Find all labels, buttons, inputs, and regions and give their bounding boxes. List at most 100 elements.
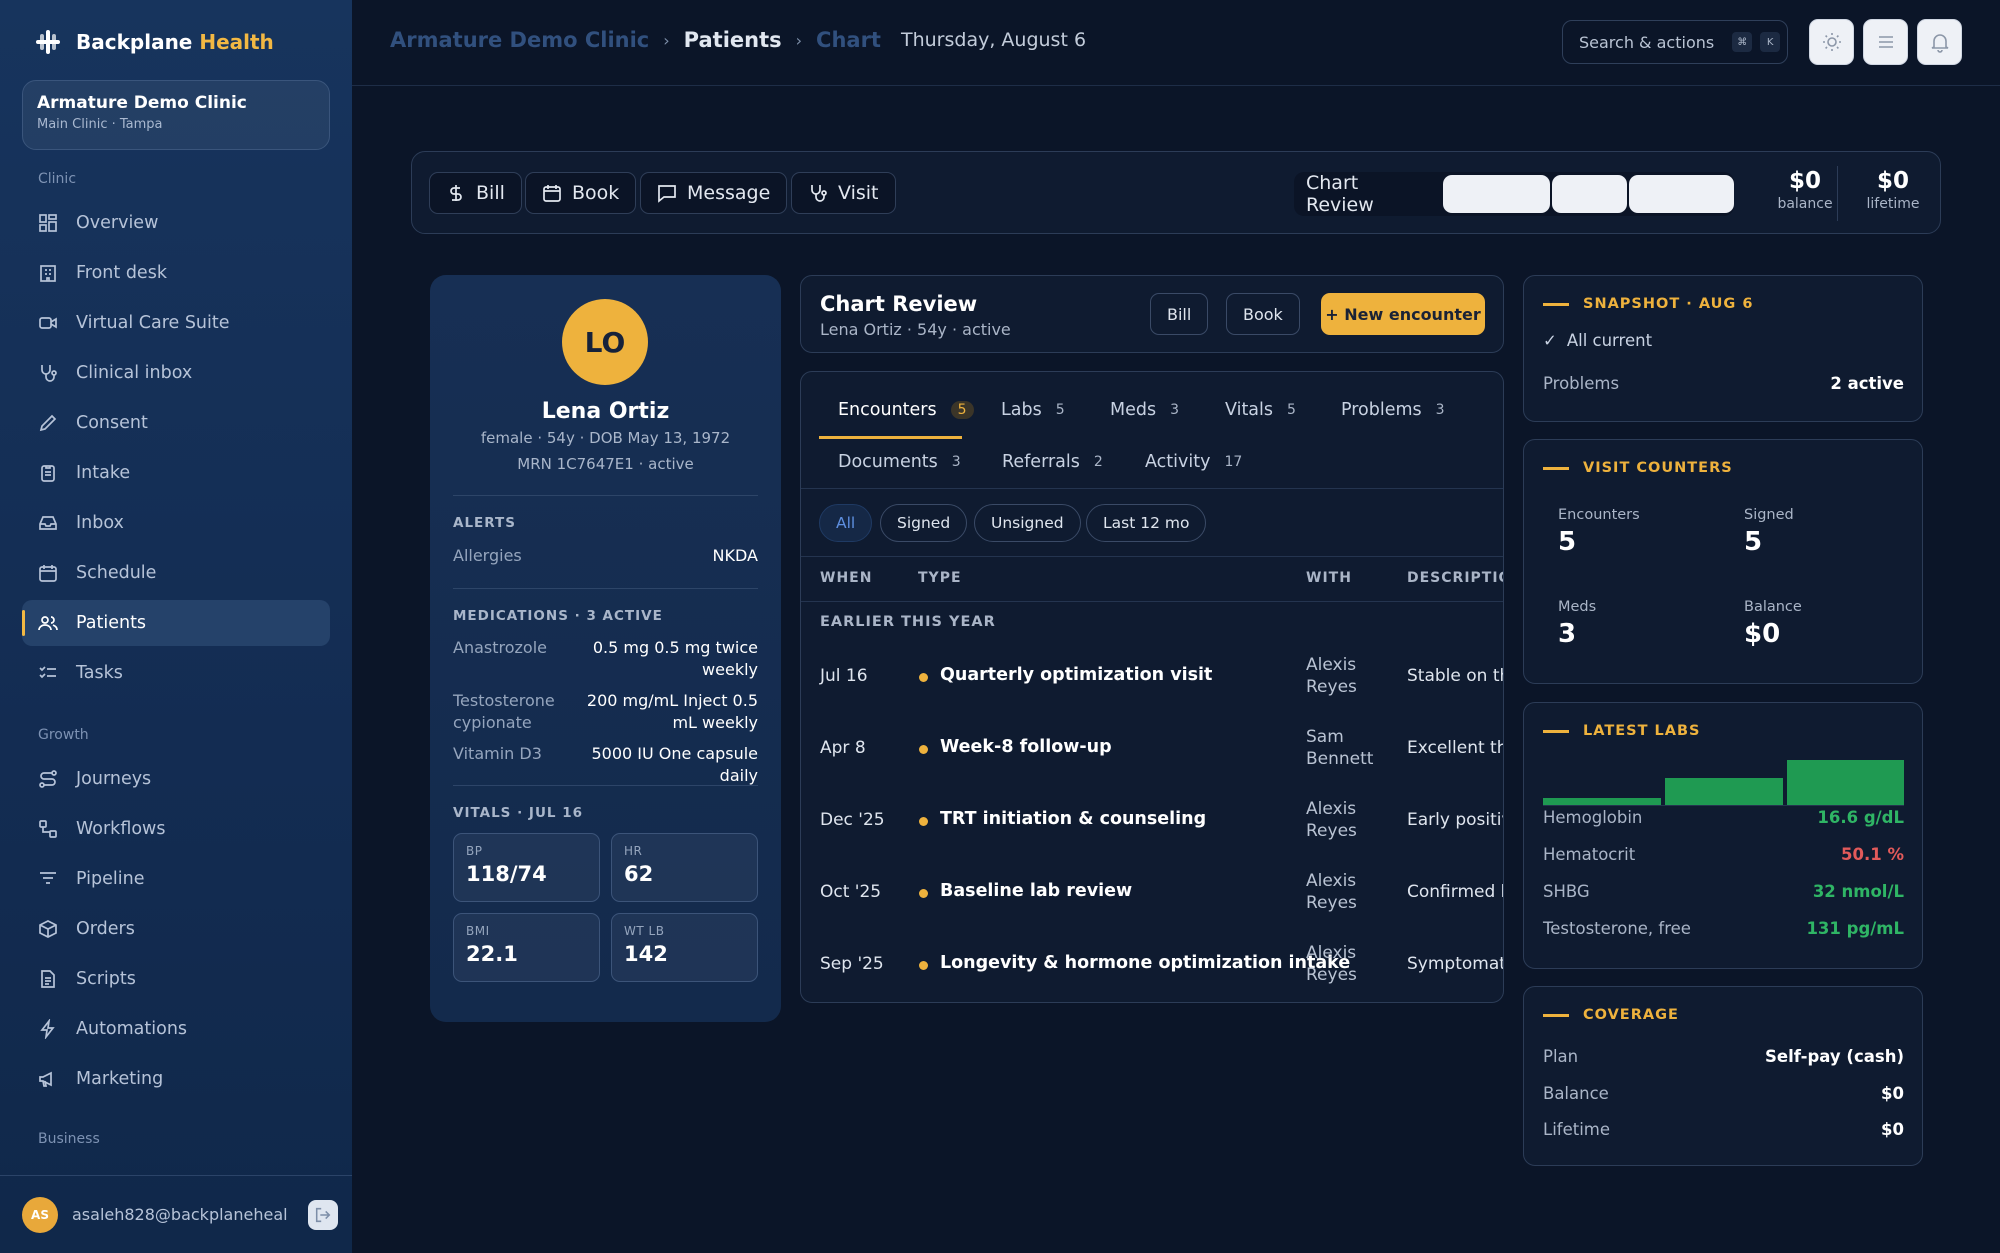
problems-label: Problems	[1543, 374, 1620, 393]
notifications-button[interactable]	[1917, 19, 1962, 65]
chart-subtitle: Lena Ortiz · 54y · active	[820, 320, 1011, 339]
sidebar-item-virtual-care[interactable]: Virtual Care Suite	[22, 300, 330, 346]
lab-row[interactable]: Testosterone, free 131 pg/mL	[1543, 919, 1904, 938]
sidebar-item-schedule[interactable]: Schedule	[22, 550, 330, 596]
medication-dose: 200 mg/mL Inject 0.5 mL weekly	[586, 691, 758, 732]
sidebar-item-automations[interactable]: Automations	[22, 1006, 330, 1052]
menu-button[interactable]	[1863, 19, 1908, 65]
tab-referrals[interactable]: Referrals 2	[1002, 452, 1103, 472]
alerts-heading: ALERTS	[453, 515, 516, 531]
counter-value: 3	[1558, 619, 1577, 649]
allergies-label: Allergies	[453, 546, 522, 565]
kbd-k: K	[1760, 32, 1781, 52]
chart-book-button[interactable]: Book	[1226, 293, 1300, 335]
filter-signed[interactable]: Signed	[880, 504, 968, 542]
clinic-switcher[interactable]: Armature Demo Clinic Main Clinic · Tampa	[22, 80, 330, 150]
sidebar-item-workflows[interactable]: Workflows	[22, 806, 330, 852]
tab-documents[interactable]: Documents 3	[838, 452, 961, 472]
patient-avatar: LO	[562, 299, 648, 385]
tab-meds[interactable]: Meds 3	[1110, 400, 1179, 420]
calendar-icon	[39, 565, 57, 582]
sidebar-item-intake[interactable]: Intake	[22, 450, 330, 496]
tab-encounters[interactable]: Encounters 5	[838, 400, 974, 420]
section-label-business: Business	[38, 1131, 100, 1147]
filter-all[interactable]: All	[819, 504, 873, 542]
logout-button[interactable]	[308, 1199, 338, 1230]
table-row[interactable]: Apr 8 Week-8 follow-up Sam Bennett Excellen…	[801, 712, 1503, 784]
patient-action-bar: Bill Book Message Visit Chart Review $0 …	[411, 151, 1941, 234]
stethoscope-icon	[811, 185, 827, 202]
filter-unsigned[interactable]: Unsigned	[974, 504, 1081, 542]
vital-hr: HR 62	[611, 833, 758, 902]
lab-row[interactable]: Hematocrit 50.1 %	[1543, 845, 1904, 864]
medications-heading: MEDICATIONS · 3 ACTIVE	[453, 608, 663, 624]
vital-value: 62	[624, 862, 654, 886]
theme-toggle-button[interactable]	[1809, 19, 1854, 65]
column-header-when[interactable]: WHEN	[820, 570, 872, 586]
problems-row: Problems 2 active	[1543, 374, 1904, 393]
megaphone-icon	[39, 1071, 52, 1087]
column-header-with[interactable]: WITH	[1306, 570, 1352, 586]
sidebar-item-journeys[interactable]: Journeys	[22, 756, 330, 802]
tab-count: 2	[1093, 454, 1103, 470]
book-button[interactable]: Book	[525, 172, 637, 214]
tab-labs[interactable]: Labs 5	[1001, 400, 1065, 420]
filter-last-12-months[interactable]: Last 12 mo	[1086, 504, 1207, 542]
sidebar-item-scripts[interactable]: Scripts	[22, 956, 330, 1002]
tab-label: Activity	[1145, 452, 1211, 472]
sidebar-item-tasks[interactable]: Tasks	[22, 650, 330, 696]
view-tab-placeholder[interactable]	[1442, 175, 1550, 213]
row-with: Alexis Reyes	[1306, 799, 1357, 841]
sidebar-item-front-desk[interactable]: Front desk	[22, 250, 330, 296]
bill-button[interactable]: Bill	[429, 172, 522, 214]
table-row[interactable]: Sep '25 Longevity & hormone optimization …	[801, 928, 1503, 1000]
lab-row[interactable]: SHBG 32 nmol/L	[1543, 882, 1904, 901]
vital-label: WT LB	[624, 924, 665, 938]
new-encounter-button[interactable]: + New encounter	[1321, 293, 1485, 335]
visit-button[interactable]: Visit	[791, 172, 896, 214]
bill-label: Bill	[476, 182, 505, 204]
clipboard-icon	[41, 465, 55, 482]
view-tab-placeholder[interactable]	[1629, 175, 1735, 213]
sidebar-item-orders[interactable]: Orders	[22, 906, 330, 952]
avatar[interactable]: AS	[22, 1196, 58, 1233]
sidebar-item-patients[interactable]: Patients	[22, 600, 330, 646]
breadcrumb-clinic[interactable]: Armature Demo Clinic	[390, 28, 649, 52]
vital-value: 118/74	[466, 862, 547, 886]
sidebar-item-pipeline[interactable]: Pipeline	[22, 856, 330, 902]
sidebar-item-overview[interactable]: Overview	[22, 200, 330, 246]
sidebar-item-clinical-inbox[interactable]: Clinical inbox	[22, 350, 330, 396]
tab-problems[interactable]: Problems 3	[1341, 400, 1445, 420]
message-label: Message	[687, 182, 771, 204]
sidebar-item-consent[interactable]: Consent	[22, 400, 330, 446]
chart-review-tab[interactable]: Chart Review	[1306, 172, 1431, 216]
sidebar-item-marketing[interactable]: Marketing	[22, 1056, 330, 1102]
tab-activity[interactable]: Activity 17	[1145, 452, 1242, 472]
patient-mrn: MRN 1C7647E1 · active	[517, 455, 694, 473]
search-actions-button[interactable]: Search & actions ⌘ K	[1562, 20, 1788, 64]
counter-signed: Signed 5	[1744, 507, 1794, 557]
message-button[interactable]: Message	[640, 172, 788, 214]
table-row[interactable]: Jul 16 Quarterly optimization visit Alexis…	[801, 640, 1503, 712]
row-with: Alexis Reyes	[1306, 655, 1357, 697]
lab-row[interactable]: Hemoglobin 16.6 g/dL	[1543, 808, 1904, 827]
row-description: Excellent the	[1407, 738, 1503, 758]
sidebar-item-inbox[interactable]: Inbox	[22, 500, 330, 546]
tab-vitals[interactable]: Vitals 5	[1225, 400, 1296, 420]
row-when: Jul 16	[820, 666, 868, 686]
view-tab-placeholder[interactable]	[1551, 175, 1628, 213]
tab-count: 3	[951, 454, 961, 470]
pen-icon	[39, 414, 57, 432]
table-row[interactable]: Oct '25 Baseline lab review Alexis Reyes Co…	[801, 856, 1503, 928]
menu-icon	[1878, 36, 1893, 48]
heading-accent-bar	[1543, 1013, 1569, 1017]
brand[interactable]: Backplane Health	[34, 28, 274, 56]
allergies-row: Allergies NKDA	[453, 546, 758, 565]
bell-icon	[1931, 34, 1948, 53]
column-header-description[interactable]: DESCRIPTION	[1407, 570, 1503, 586]
chart-bill-button[interactable]: Bill	[1150, 293, 1209, 335]
breadcrumb-patients[interactable]: Patients	[684, 28, 782, 52]
visit-counters-title: VISIT COUNTERS	[1583, 460, 1733, 476]
table-row[interactable]: Dec '25 TRT initiation & counseling Alexis…	[801, 784, 1503, 856]
column-header-type[interactable]: TYPE	[918, 570, 962, 586]
